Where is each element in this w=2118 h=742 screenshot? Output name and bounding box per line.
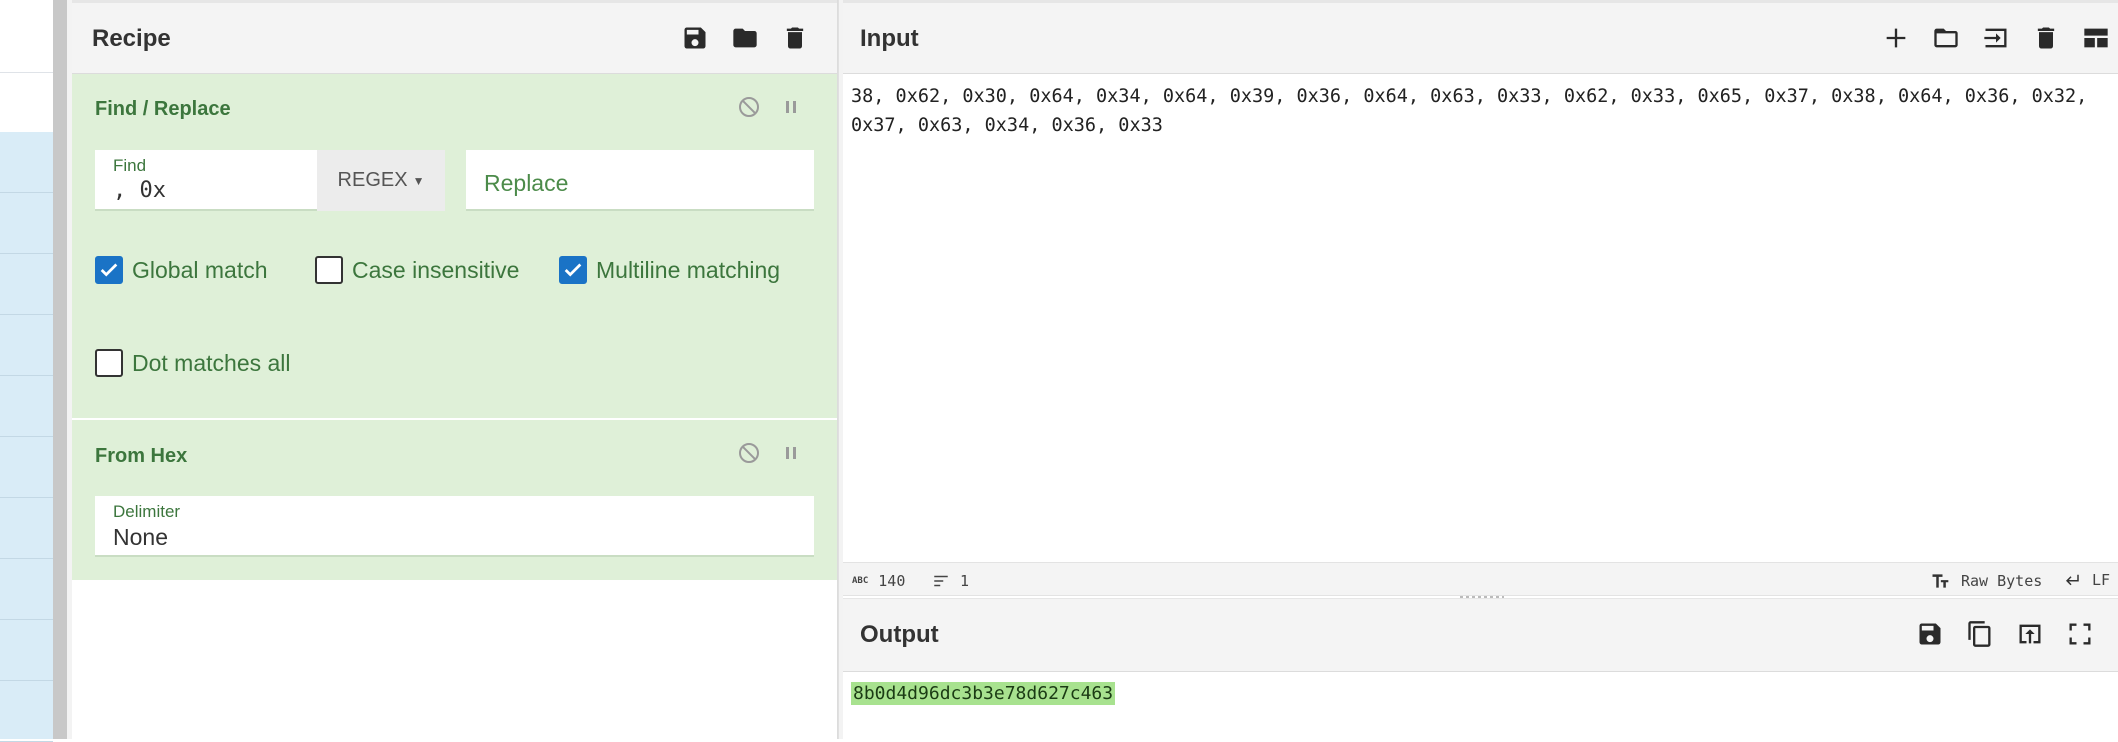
- case-insensitive-checkbox[interactable]: Case insensitive: [315, 256, 519, 284]
- save-icon: [684, 27, 706, 49]
- char-count-value: 140: [878, 572, 906, 590]
- copy-output-button[interactable]: [1963, 617, 1997, 651]
- operation-item[interactable]: [0, 681, 53, 742]
- checkbox-label: Case insensitive: [352, 256, 520, 283]
- find-field[interactable]: Find , 0x: [95, 150, 317, 211]
- operation-item[interactable]: [0, 193, 53, 254]
- encoding-value: Raw Bytes: [1961, 572, 2043, 590]
- char-count: ABC 140: [852, 572, 905, 590]
- output-panel: Output 8b0d4d96dc3b3e78d627c463: [843, 596, 2118, 739]
- save-output-button[interactable]: [1913, 617, 1947, 651]
- operation-title: Find / Replace: [95, 98, 231, 120]
- output-text[interactable]: 8b0d4d96dc3b3e78d627c463: [851, 682, 1116, 705]
- pause-icon: [786, 447, 796, 459]
- checkbox-label: Global match: [132, 256, 268, 283]
- delimiter-value: None: [113, 524, 168, 550]
- lines-icon: [934, 575, 948, 587]
- find-mode-label: REGEX: [337, 169, 408, 191]
- replace-input-button[interactable]: [2013, 617, 2047, 651]
- delimiter-label: Delimiter: [113, 502, 181, 521]
- load-recipe-button[interactable]: [728, 21, 762, 55]
- replace-input-icon: [2019, 624, 2041, 644]
- input-textarea[interactable]: 38, 0x62, 0x30, 0x64, 0x34, 0x64, 0x39, …: [851, 82, 2101, 140]
- reset-layout-button[interactable]: [2079, 21, 2113, 55]
- operation-item[interactable]: [0, 376, 53, 437]
- checkbox-label: Multiline matching: [596, 256, 781, 283]
- eol-value: LF: [2092, 571, 2111, 589]
- operation-item[interactable]: [0, 498, 53, 559]
- operations-list: [0, 132, 53, 742]
- pause-icon: [786, 101, 796, 113]
- input-statusbar: ABC 140 1 Raw Bytes LF: [843, 562, 2118, 596]
- breakpoint-button[interactable]: [778, 440, 804, 466]
- save-recipe-button[interactable]: [678, 21, 712, 55]
- checkbox-checked: [559, 256, 587, 284]
- open-file-button[interactable]: [1979, 21, 2013, 55]
- delimiter-field[interactable]: Delimiter None: [95, 496, 814, 557]
- return-icon: [2066, 574, 2079, 586]
- check-icon: [564, 263, 582, 277]
- import-icon: [1984, 28, 2007, 48]
- find-value: , 0x: [113, 178, 166, 203]
- output-header: Output: [843, 598, 2118, 672]
- clear-input-button[interactable]: [2029, 21, 2063, 55]
- find-label: Find: [113, 156, 147, 175]
- operation-item[interactable]: [0, 315, 53, 376]
- abc-icon: ABC: [852, 576, 869, 586]
- operation-item[interactable]: [0, 559, 53, 620]
- checkbox-unchecked: [315, 256, 343, 284]
- check-icon: [100, 263, 118, 277]
- checkbox-label: Dot matches all: [132, 349, 291, 376]
- maximise-output-button[interactable]: [2063, 617, 2097, 651]
- disable-operation-button[interactable]: [736, 94, 762, 120]
- fullscreen-icon: [2069, 623, 2091, 645]
- operation-title: From Hex: [95, 445, 188, 467]
- replace-field[interactable]: Replace: [466, 150, 814, 211]
- operation-item[interactable]: [0, 132, 53, 193]
- plus-icon: [1886, 28, 1906, 48]
- recipe-title: Recipe: [92, 25, 171, 52]
- trash-icon: [2037, 27, 2055, 49]
- folder-icon: [733, 28, 757, 48]
- eol-selector[interactable]: LF: [2062, 571, 2110, 589]
- disable-icon: [739, 97, 759, 117]
- line-count-value: 1: [960, 572, 970, 590]
- operations-column: [0, 0, 53, 742]
- folder-icon: [1934, 28, 1958, 48]
- copy-icon: [1968, 621, 1991, 647]
- operation-item[interactable]: [0, 620, 53, 681]
- input-header: Input: [843, 0, 2118, 74]
- find-replace-operation: Find / Replace Find , 0x REGEX ▼ Replace…: [72, 74, 837, 418]
- layout-icon: [2084, 28, 2108, 48]
- global-match-checkbox[interactable]: Global match: [95, 256, 268, 284]
- operations-search[interactable]: [0, 72, 53, 134]
- trash-icon: [786, 27, 804, 49]
- breakpoint-button[interactable]: [778, 94, 804, 120]
- multiline-matching-checkbox[interactable]: Multiline matching: [559, 256, 780, 284]
- disable-icon: [739, 443, 759, 463]
- save-icon: [1919, 623, 1941, 645]
- input-panel: Input 38, 0x62, 0x30, 0x64, 0x34, 0x64, …: [843, 0, 2118, 598]
- line-count: 1: [932, 572, 969, 590]
- disable-operation-button[interactable]: [736, 440, 762, 466]
- open-folder-button[interactable]: [1929, 21, 1963, 55]
- input-title: Input: [860, 25, 919, 52]
- output-title: Output: [860, 621, 939, 648]
- operation-item[interactable]: [0, 254, 53, 315]
- caret-down-icon: ▼: [412, 173, 425, 188]
- add-input-tab-button[interactable]: [1879, 21, 1913, 55]
- replace-placeholder: Replace: [484, 170, 569, 196]
- dot-matches-all-checkbox[interactable]: Dot matches all: [95, 349, 291, 377]
- operation-item[interactable]: [0, 437, 53, 498]
- recipe-header: Recipe: [72, 0, 837, 74]
- checkbox-unchecked: [95, 349, 123, 377]
- checkbox-checked: [95, 256, 123, 284]
- encoding-selector[interactable]: Raw Bytes: [1929, 571, 2042, 591]
- column-gutter[interactable]: [53, 0, 67, 739]
- from-hex-operation: From Hex Delimiter None: [72, 420, 837, 580]
- find-mode-dropdown[interactable]: REGEX ▼: [317, 150, 445, 211]
- text-size-icon: [1932, 574, 1949, 588]
- clear-recipe-button[interactable]: [778, 21, 812, 55]
- recipe-panel: Recipe Find / Replace Find , 0x REGEX ▼ …: [72, 0, 838, 739]
